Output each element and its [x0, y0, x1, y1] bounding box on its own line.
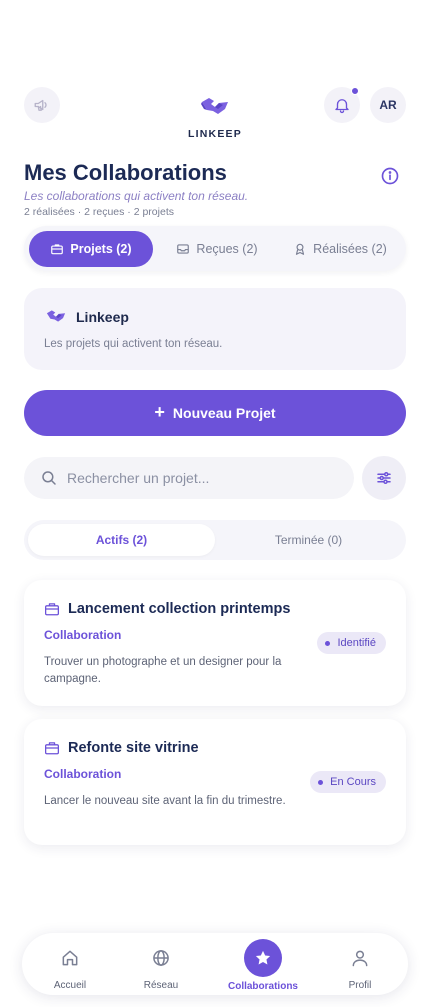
project-type: Collaboration [44, 628, 122, 642]
sliders-icon [377, 472, 391, 484]
info-icon[interactable] [380, 166, 400, 186]
notification-dot [351, 87, 359, 95]
tab-label: Reçues (2) [196, 242, 258, 256]
active-indicator [244, 939, 282, 977]
award-icon [296, 243, 305, 255]
tab-projets[interactable]: Projets (2) [29, 231, 153, 267]
search-bar [24, 457, 354, 499]
status-label: Identifié [337, 637, 376, 649]
briefcase-icon [45, 603, 59, 616]
tab-label: Projets (2) [70, 242, 132, 256]
home-icon [62, 950, 78, 966]
handshake-logo-icon [201, 98, 228, 114]
project-title: Refonte site vitrine [68, 740, 199, 756]
status-dot [325, 640, 331, 646]
collaboration-tabs: Projets (2) Reçues (2) Réalisées (2) [24, 226, 406, 271]
briefcase-icon [45, 742, 59, 755]
brand-name: LINKEEP [188, 128, 242, 140]
search-input[interactable] [67, 470, 327, 486]
page-title: Mes Collaborations [24, 160, 227, 185]
brand-card-title: Linkeep [76, 309, 129, 325]
summary-counts: 2 réalisées · 2 reçues · 2 projets [24, 206, 174, 218]
brand-card: Linkeep Les projets qui activent ton rés… [24, 288, 406, 370]
star-icon [255, 950, 271, 965]
status-badge: En Cours [310, 771, 386, 793]
filter-button[interactable] [362, 456, 406, 500]
page-subtitle: Les collaborations qui activent ton rése… [24, 189, 249, 203]
status-dot [318, 779, 324, 785]
briefcase-icon [51, 244, 64, 255]
bottom-navigation: Accueil Réseau Collaborations Profil [22, 933, 408, 995]
status-segmented-control: Actifs (2) Terminée (0) [24, 520, 406, 560]
nav-label: Réseau [143, 980, 179, 991]
segment-terminee[interactable]: Terminée (0) [215, 524, 402, 556]
project-description: Trouver un photographe et un designer po… [44, 656, 282, 685]
tab-realisees[interactable]: Réalisées (2) [280, 231, 400, 267]
project-description: Lancer le nouveau site avant la fin du t… [44, 795, 286, 807]
plus-icon: + [154, 402, 165, 422]
project-card[interactable]: Refonte site vitrine Collaboration Lance… [24, 719, 406, 845]
tab-recues[interactable]: Reçues (2) [164, 231, 270, 267]
inbox-icon [177, 244, 190, 254]
nav-item-collaborations[interactable]: Collaborations [223, 933, 303, 995]
segment-actifs[interactable]: Actifs (2) [28, 524, 215, 556]
nav-label: Profil [348, 980, 372, 991]
tab-label: Réalisées (2) [313, 242, 387, 256]
globe-icon [153, 950, 169, 966]
status-badge: Identifié [317, 632, 386, 654]
nav-label: Collaborations [227, 981, 298, 992]
nav-item-accueil[interactable]: Accueil [30, 933, 110, 995]
handshake-logo-icon [46, 310, 66, 322]
new-project-button[interactable]: + Nouveau Projet [24, 390, 406, 436]
user-icon [352, 950, 368, 967]
nav-label: Accueil [53, 980, 87, 991]
project-title: Lancement collection printemps [68, 601, 291, 617]
project-type: Collaboration [44, 767, 122, 781]
brand-header: LINKEEP [0, 96, 430, 140]
nav-item-reseau[interactable]: Réseau [121, 933, 201, 995]
status-label: En Cours [330, 776, 376, 788]
new-project-label: Nouveau Projet [172, 405, 276, 421]
project-card[interactable]: Lancement collection printemps Collabora… [24, 580, 406, 706]
nav-item-profil[interactable]: Profil [320, 933, 400, 995]
search-icon [42, 471, 56, 485]
brand-card-description: Les projets qui activent ton réseau. [44, 338, 223, 350]
